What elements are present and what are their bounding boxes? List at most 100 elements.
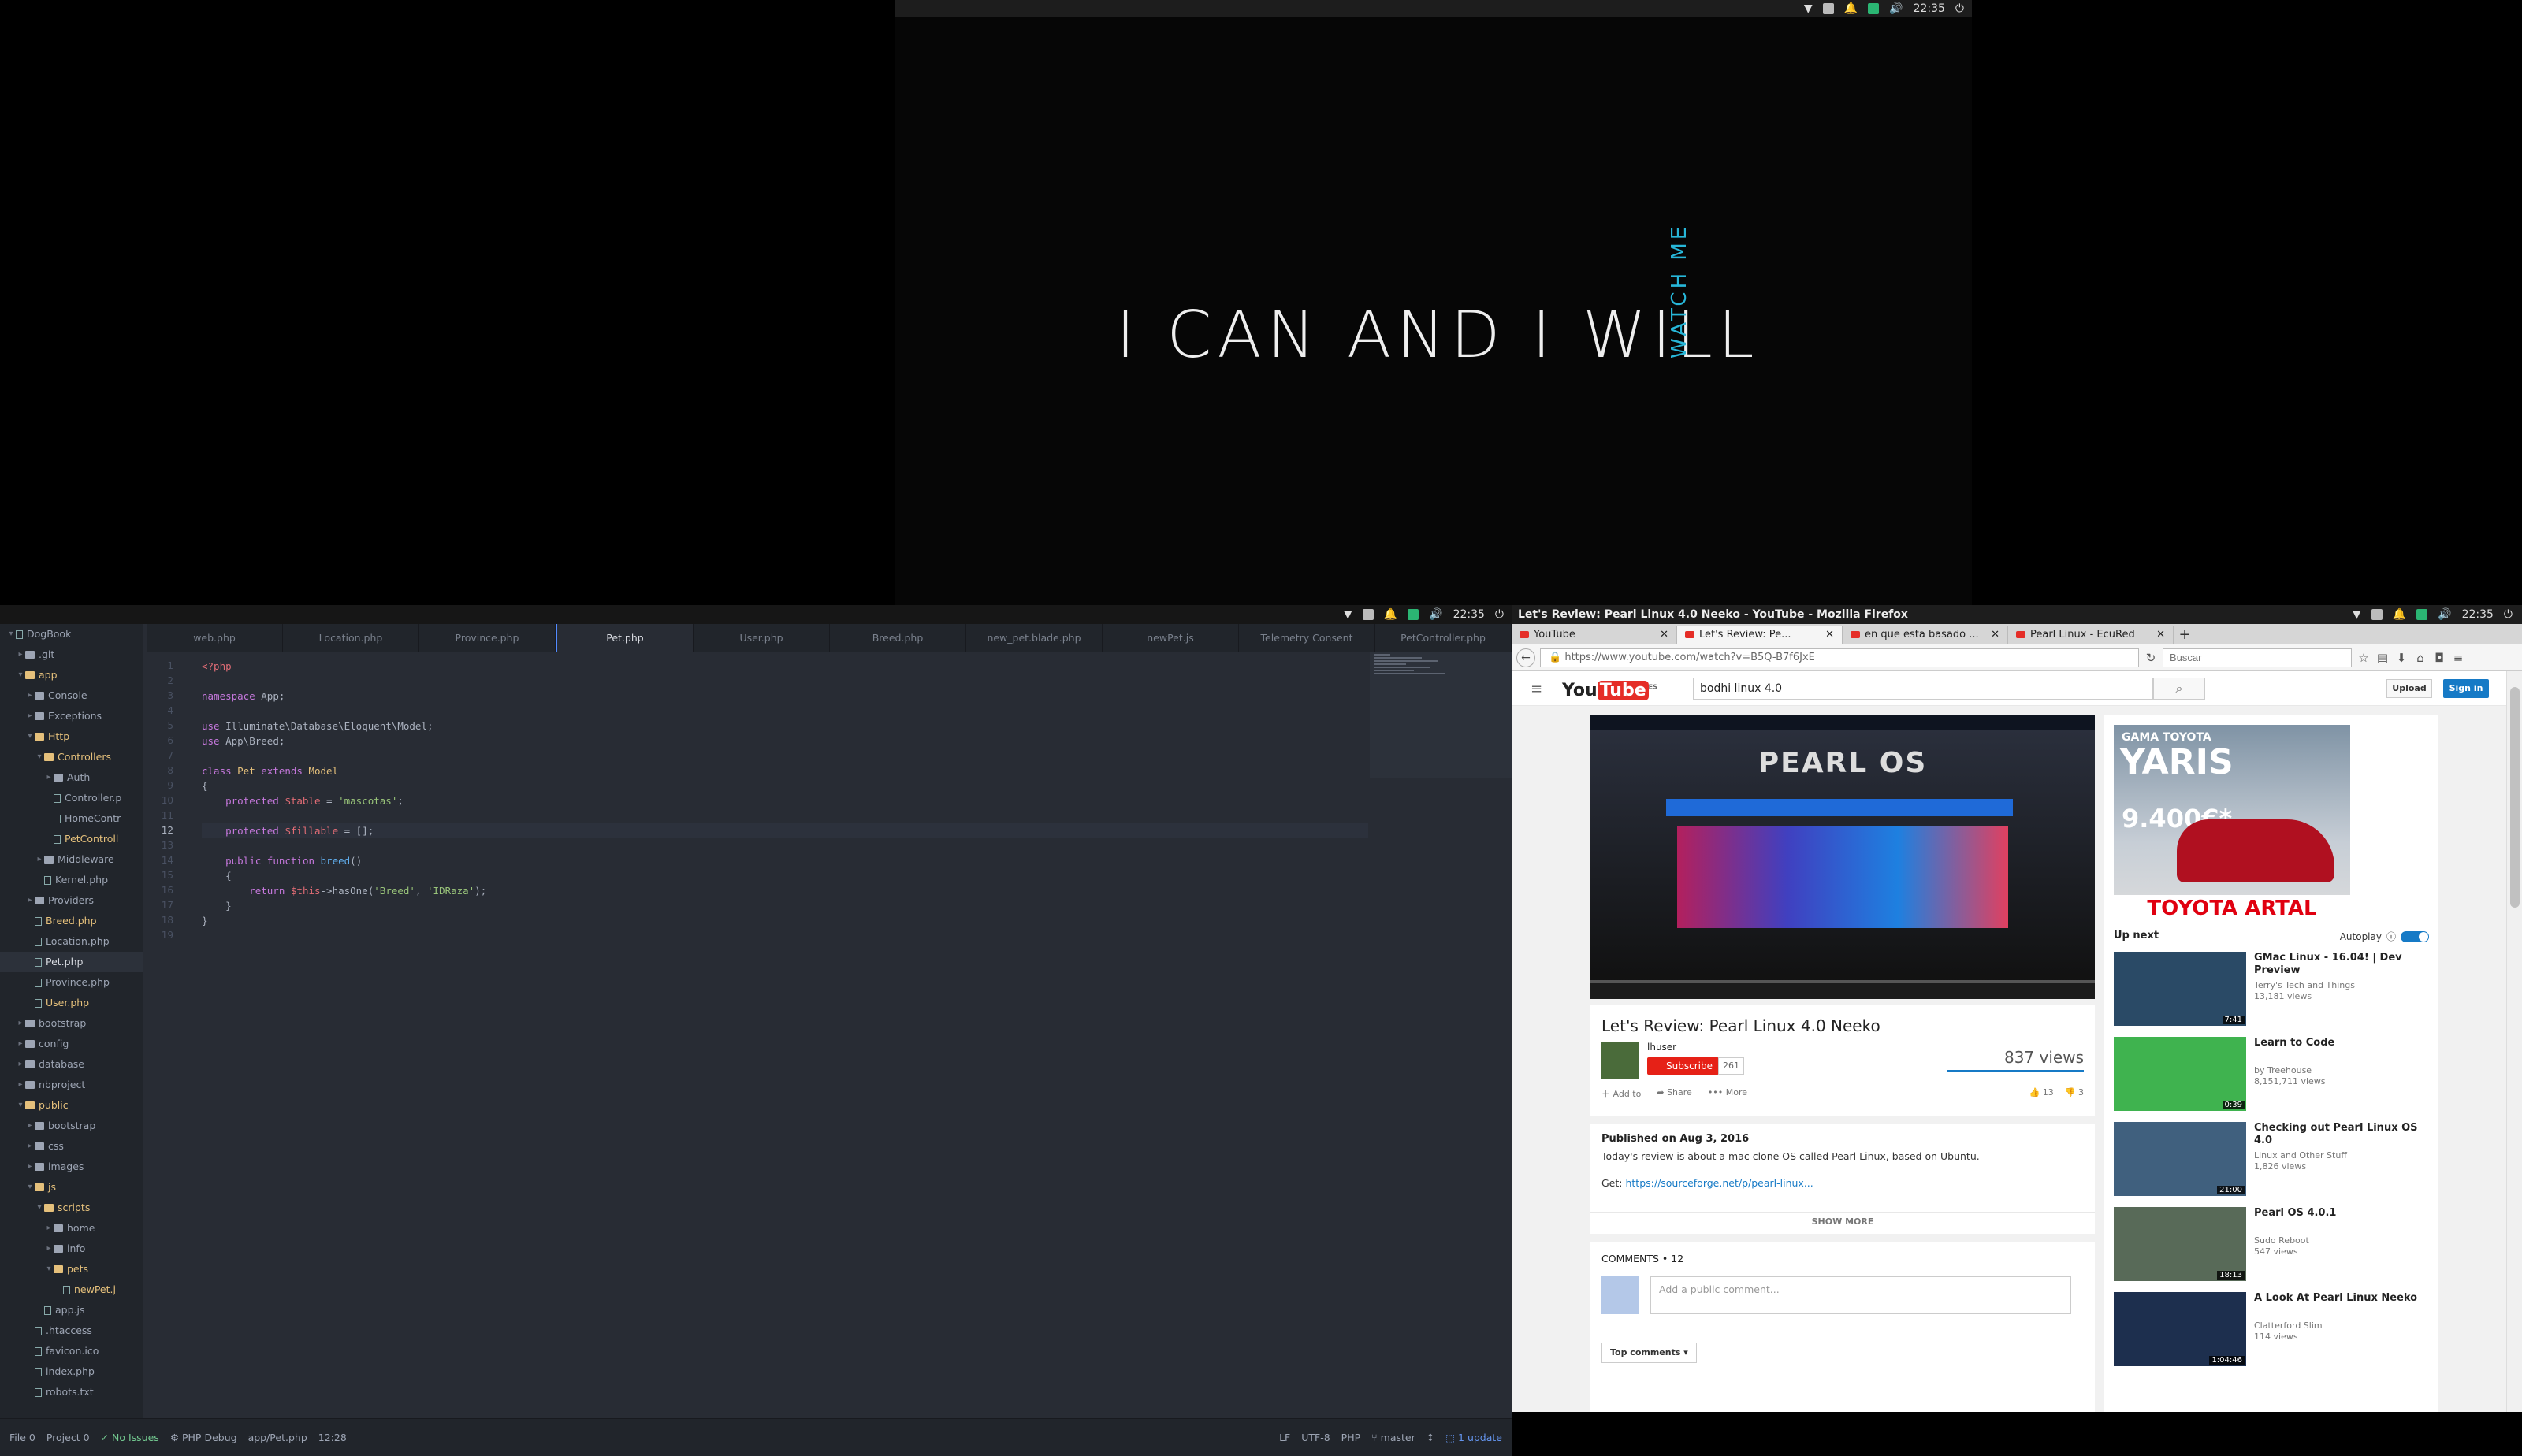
keyboard-icon[interactable]	[2371, 609, 2383, 620]
tree-folder[interactable]: ▾ Http	[0, 726, 143, 747]
youtube-search-input[interactable]: bodhi linux 4.0	[1693, 678, 2153, 700]
menu-icon[interactable]: ≡	[2451, 651, 2465, 665]
code-line[interactable]: }	[202, 898, 1368, 913]
status-cursor-position[interactable]: 12:28	[318, 1432, 347, 1443]
code-line[interactable]	[202, 838, 1368, 853]
code-line[interactable]: {	[202, 868, 1368, 883]
tree-folder[interactable]: ▸ Auth	[0, 767, 143, 788]
close-tab-icon[interactable]: ✕	[1825, 626, 1834, 644]
code-line[interactable]: return $this->hasOne('Breed', 'IDRaza');	[202, 883, 1368, 898]
tree-folder[interactable]: ▸ bootstrap	[0, 1013, 143, 1034]
tree-folder[interactable]: ▸ info	[0, 1239, 143, 1259]
editor-tab[interactable]: newPet.js	[1103, 624, 1239, 652]
recommendation-title[interactable]: Pearl OS 4.0.1	[2254, 1207, 2420, 1220]
app-indicator-icon[interactable]	[2416, 609, 2428, 620]
browser-tab[interactable]: en que esta basado ... ✕	[1843, 626, 2008, 644]
recommendation-item[interactable]: 0:39 Learn to Code by Treehouse 8,151,711 v…	[2114, 1037, 2429, 1111]
editor-tab[interactable]: Breed.php	[830, 624, 966, 652]
keyboard-icon[interactable]	[1362, 609, 1374, 620]
editor-tab[interactable]: web.php	[147, 624, 283, 652]
code-editor[interactable]: <?php namespace App; use Illuminate\Databa…	[202, 659, 1368, 1418]
tree-folder[interactable]: ▸ .git	[0, 644, 143, 665]
tree-folder[interactable]: ▸ config	[0, 1034, 143, 1054]
video-player[interactable]: PEARL OS	[1590, 715, 2095, 999]
tree-file[interactable]: Province.php	[0, 972, 143, 993]
code-line[interactable]: protected $table = 'mascotas';	[202, 793, 1368, 808]
toyota-ad[interactable]: GAMA TOYOTA YARIS 9.400€* TOYOTA ARTAL	[2114, 725, 2350, 922]
wifi-icon[interactable]: ▼	[1804, 2, 1813, 15]
status-project-count[interactable]: Project 0	[46, 1432, 90, 1443]
code-line[interactable]	[202, 748, 1368, 763]
tree-folder[interactable]: ▾ public	[0, 1095, 143, 1116]
page-scrollbar[interactable]	[2506, 671, 2522, 1412]
tree-file[interactable]: favicon.ico	[0, 1341, 143, 1361]
code-line[interactable]: class Pet extends Model	[202, 763, 1368, 778]
status-issues[interactable]: ✓ No Issues	[101, 1432, 159, 1443]
tree-file[interactable]: Breed.php	[0, 911, 143, 931]
code-line[interactable]: <?php	[202, 659, 1368, 674]
close-tab-icon[interactable]: ✕	[1660, 626, 1668, 644]
url-bar[interactable]: 🔒 https://www.youtube.com/watch?v=B5Q-B7…	[1540, 648, 2139, 667]
status-grammar[interactable]: PHP	[1341, 1432, 1360, 1443]
add-to-button[interactable]: ＋ Add to	[1601, 1087, 1641, 1100]
tree-file[interactable]: HomeContr	[0, 808, 143, 829]
recommendation-item[interactable]: 18:13 Pearl OS 4.0.1 Sudo Reboot 547 views	[2114, 1207, 2429, 1281]
code-line[interactable]	[202, 808, 1368, 823]
tree-folder[interactable]: ▾ scripts	[0, 1198, 143, 1218]
git-push-icon[interactable]: ↕	[1427, 1432, 1434, 1443]
show-more-button[interactable]: SHOW MORE	[1590, 1212, 2095, 1231]
status-branch[interactable]: ⑂ master	[1371, 1432, 1415, 1443]
editor-tab[interactable]: new_pet.blade.php	[966, 624, 1103, 652]
comment-input[interactable]: Add a public comment...	[1650, 1276, 2071, 1314]
sort-comments-dropdown[interactable]: Top comments ▾	[1601, 1343, 1697, 1363]
pocket-icon[interactable]: ◘	[2432, 651, 2446, 665]
tree-folder[interactable]: ▸ bootstrap	[0, 1116, 143, 1136]
bookmark-star-icon[interactable]: ☆	[2356, 651, 2371, 665]
tree-file[interactable]: robots.txt	[0, 1382, 143, 1402]
recommendation-item[interactable]: 7:41 GMac Linux - 16.04! | Dev Preview Ter…	[2114, 952, 2429, 1026]
tree-file[interactable]: Kernel.php	[0, 870, 143, 890]
browser-tab[interactable]: Pearl Linux - EcuRed ✕	[2008, 626, 2174, 644]
autoplay-toggle[interactable]	[2401, 930, 2429, 942]
recommendation-item[interactable]: 21:00 Checking out Pearl Linux OS 4.0 Linu…	[2114, 1122, 2429, 1196]
status-encoding[interactable]: UTF-8	[1301, 1432, 1330, 1443]
tree-file[interactable]: newPet.j	[0, 1280, 143, 1300]
new-tab-button[interactable]: +	[2174, 626, 2196, 644]
video-thumbnail[interactable]: 1:04:46	[2114, 1292, 2246, 1366]
recommendation-title[interactable]: Learn to Code	[2254, 1037, 2420, 1049]
code-line[interactable]: }	[202, 913, 1368, 928]
scrollbar-thumb[interactable]	[2510, 687, 2520, 908]
code-line[interactable]	[202, 704, 1368, 719]
minimap[interactable]	[1370, 652, 1512, 778]
channel-name[interactable]: lhuser	[1647, 1042, 1676, 1053]
dislike-button[interactable]: 👎 3	[2065, 1087, 2084, 1098]
status-file-count[interactable]: File 0	[9, 1432, 35, 1443]
keyboard-icon[interactable]	[1822, 3, 1834, 14]
editor-tab[interactable]: Province.php	[419, 624, 556, 652]
tree-file[interactable]: PetControll	[0, 829, 143, 849]
more-button[interactable]: ••• More	[1708, 1087, 1747, 1100]
upload-button[interactable]: Upload	[2386, 679, 2432, 698]
browser-tab[interactable]: YouTube ✕	[1512, 626, 1677, 644]
editor-tab[interactable]: PetController.php	[1375, 624, 1512, 652]
guide-menu-icon[interactable]: ≡	[1531, 681, 1542, 697]
tree-folder[interactable]: ▾ pets	[0, 1259, 143, 1280]
tree-folder[interactable]: ▸ Middleware	[0, 849, 143, 870]
editor-tab[interactable]: User.php	[694, 624, 830, 652]
code-line[interactable]: {	[202, 778, 1368, 793]
status-debug[interactable]: ⚙ PHP Debug	[170, 1432, 237, 1443]
video-thumbnail[interactable]: 0:39	[2114, 1037, 2246, 1111]
sourceforge-link[interactable]: https://sourceforge.net/p/pearl-linux...	[1625, 1177, 1813, 1189]
code-line[interactable]	[202, 674, 1368, 689]
clock[interactable]: 22:35	[1453, 608, 1485, 621]
tree-folder[interactable]: ▸ Console	[0, 685, 143, 706]
browser-search-input[interactable]	[2163, 648, 2352, 667]
tree-folder[interactable]: ▾ js	[0, 1177, 143, 1198]
code-line[interactable]: use App\Breed;	[202, 734, 1368, 748]
reading-list-icon[interactable]: ▤	[2375, 651, 2390, 665]
tree-folder[interactable]: ▸ css	[0, 1136, 143, 1157]
tree-folder[interactable]: ▸ nbproject	[0, 1075, 143, 1095]
code-line[interactable]: use Illuminate\Database\Eloquent\Model;	[202, 719, 1368, 734]
tree-file[interactable]: index.php	[0, 1361, 143, 1382]
editor-tab[interactable]: Pet.php	[556, 624, 694, 652]
